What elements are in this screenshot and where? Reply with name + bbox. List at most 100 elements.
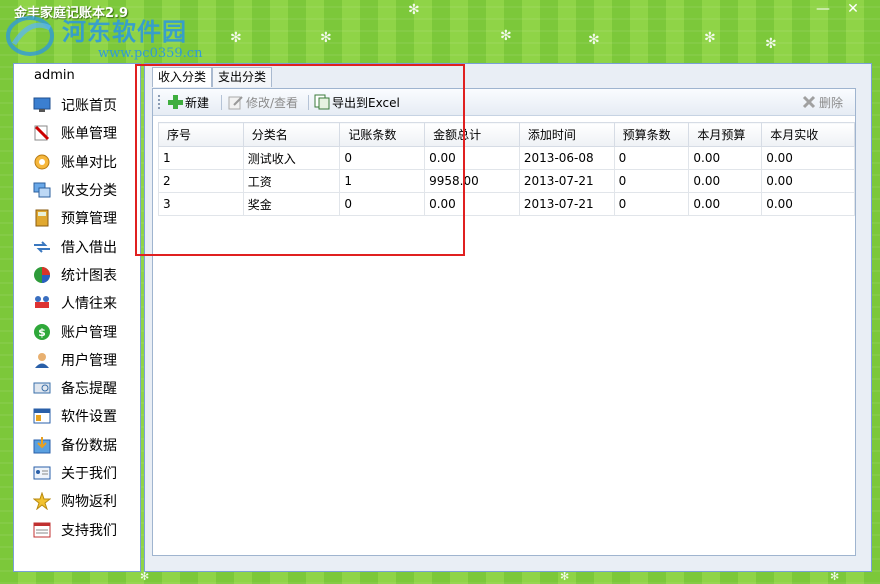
table-cell: 9958.00 <box>424 169 520 193</box>
sidebar-item-users[interactable]: 用户管理 <box>14 346 140 374</box>
snowflake-icon: ✻ <box>588 32 600 48</box>
new-button[interactable]: 新建 <box>167 93 209 111</box>
table-row[interactable]: 1 测试收入 0 0.00 2013-06-08 0 0.00 0.00 <box>158 146 855 170</box>
sidebar-item-label: 备忘提醒 <box>61 381 117 398</box>
sidebar-item-memo[interactable]: 备忘提醒 <box>14 374 140 402</box>
category-tabs: 收入分类 支出分类 <box>152 67 273 87</box>
watermark-logo-icon <box>6 16 54 56</box>
sidebar-item-rebate[interactable]: 购物返利 <box>14 487 140 515</box>
table-cell: 0.00 <box>688 146 763 170</box>
export-excel-label: 导出到Excel <box>332 95 400 110</box>
table-cell: 2 <box>158 169 244 193</box>
table-cell: 1 <box>339 169 426 193</box>
column-header[interactable]: 序号 <box>158 122 244 147</box>
plus-icon <box>167 94 183 110</box>
table-cell: 奖金 <box>242 192 341 216</box>
sidebar-item-accounts[interactable]: $ 账户管理 <box>14 317 140 345</box>
user-icon <box>32 351 52 369</box>
sidebar-item-bills[interactable]: 账单管理 <box>14 119 140 147</box>
watermark-text: 河东软件园 <box>62 17 187 46</box>
window-controls: — ✕ <box>810 0 868 18</box>
sidebar-nav: 记账首页 账单管理 账单对比 收支分类 预算管理 借入借出 统计图表 人情往来 … <box>14 91 140 544</box>
delete-icon <box>801 94 817 110</box>
snowflake-icon: ✻ <box>704 30 716 46</box>
table-row[interactable]: 3 奖金 0 0.00 2013-07-21 0 0.00 0.00 <box>158 192 855 216</box>
windows-icon <box>32 181 52 199</box>
id-card-icon <box>32 464 52 482</box>
sidebar-item-categories[interactable]: 收支分类 <box>14 176 140 204</box>
export-excel-button[interactable]: 导出到Excel <box>314 93 400 111</box>
sidebar-item-backup[interactable]: 备份数据 <box>14 431 140 459</box>
column-header[interactable]: 添加时间 <box>518 122 615 147</box>
sidebar-item-label: 账单管理 <box>61 126 117 143</box>
sidebar-item-support[interactable]: 支持我们 <box>14 515 140 543</box>
table-cell: 0 <box>613 192 690 216</box>
minimize-button[interactable]: — <box>810 0 836 18</box>
table-cell: 工资 <box>242 169 341 193</box>
table-cell: 0.00 <box>761 146 855 170</box>
column-header[interactable]: 金额总计 <box>424 122 520 147</box>
tab-expense-categories[interactable]: 支出分类 <box>212 67 273 87</box>
sidebar-item-settings[interactable]: 软件设置 <box>14 402 140 430</box>
table-cell: 0 <box>613 169 690 193</box>
new-button-label: 新建 <box>185 95 210 110</box>
table-cell: 2013-07-21 <box>518 169 615 193</box>
sidebar-item-home[interactable]: 记账首页 <box>14 91 140 119</box>
table-cell: 0 <box>613 146 690 170</box>
table-cell: 0.00 <box>761 192 855 216</box>
column-header[interactable]: 分类名 <box>242 122 341 147</box>
table-cell: 0.00 <box>688 192 763 216</box>
column-header[interactable]: 本月实收 <box>761 122 855 147</box>
table-cell: 测试收入 <box>242 146 341 170</box>
edit-icon <box>228 94 244 110</box>
sidebar-item-label: 用户管理 <box>61 352 117 369</box>
sidebar-item-label: 账单对比 <box>61 154 117 171</box>
edit-button[interactable]: 修改/查看 <box>228 93 298 111</box>
sidebar-item-about[interactable]: 关于我们 <box>14 459 140 487</box>
star-icon <box>32 492 52 511</box>
sidebar-item-label: 支持我们 <box>61 522 117 539</box>
column-header[interactable]: 本月预算 <box>688 122 763 147</box>
category-table: 序号 分类名 记账条数 金额总计 添加时间 预算条数 本月预算 本月实收 1 测… <box>158 122 855 216</box>
table-row[interactable]: 2 工资 1 9958.00 2013-07-21 0 0.00 0.00 <box>158 169 855 193</box>
sidebar-item-compare[interactable]: 账单对比 <box>14 148 140 176</box>
column-header[interactable]: 记账条数 <box>339 122 426 147</box>
sidebar-item-label: 软件设置 <box>61 409 117 426</box>
sidebar-item-budget[interactable]: 预算管理 <box>14 204 140 232</box>
app-window: ✻ ✻ ✻ ✻ ✻ ✻ ✻ ✻ ✻ ✻ 金丰家庭记账本2.9 — ✕ 河东软件园… <box>0 0 880 584</box>
snowflake-icon: ✻ <box>320 30 332 46</box>
sidebar-item-label: 借入借出 <box>61 239 117 256</box>
tab-panel: 新建 修改/查看 导出到Excel 删除 序号 分类名 记账条数 金额总计 添加… <box>152 88 856 556</box>
sidebar-item-label: 统计图表 <box>61 267 117 284</box>
table-cell: 0.00 <box>688 169 763 193</box>
sidebar-item-social[interactable]: 人情往来 <box>14 289 140 317</box>
backup-icon <box>32 436 52 454</box>
tab-income-categories[interactable]: 收入分类 <box>152 67 213 87</box>
form-icon <box>32 521 52 539</box>
delete-button[interactable]: 删除 <box>801 93 843 111</box>
sidebar-item-label: 收支分类 <box>61 183 117 200</box>
snowflake-icon: ✻ <box>500 28 512 44</box>
toolbar-separator <box>308 95 309 110</box>
toolbar-grip[interactable] <box>158 95 162 109</box>
table-cell: 0 <box>339 146 426 170</box>
table-cell: 0.00 <box>424 192 520 216</box>
keyboard-icon <box>32 379 52 397</box>
sidebar-item-charts[interactable]: 统计图表 <box>14 261 140 289</box>
pen-icon <box>32 124 52 142</box>
current-user: admin <box>34 68 75 83</box>
sidebar-item-label: 购物返利 <box>61 494 117 511</box>
column-header[interactable]: 预算条数 <box>613 122 690 147</box>
sidebar-item-loans[interactable]: 借入借出 <box>14 232 140 260</box>
table-cell: 1 <box>158 146 244 170</box>
delete-button-label: 删除 <box>819 95 844 110</box>
toolbar: 新建 修改/查看 导出到Excel 删除 <box>153 89 855 116</box>
table-header-row: 序号 分类名 记账条数 金额总计 添加时间 预算条数 本月预算 本月实收 <box>158 122 855 147</box>
sidebar-item-label: 人情往来 <box>61 296 117 313</box>
close-button[interactable]: ✕ <box>838 0 868 18</box>
pie-chart-icon <box>32 266 52 284</box>
calculator-icon <box>32 209 52 227</box>
snowflake-icon: ✻ <box>230 30 242 46</box>
dollar-icon: $ <box>32 323 52 341</box>
monitor-icon <box>32 96 52 114</box>
